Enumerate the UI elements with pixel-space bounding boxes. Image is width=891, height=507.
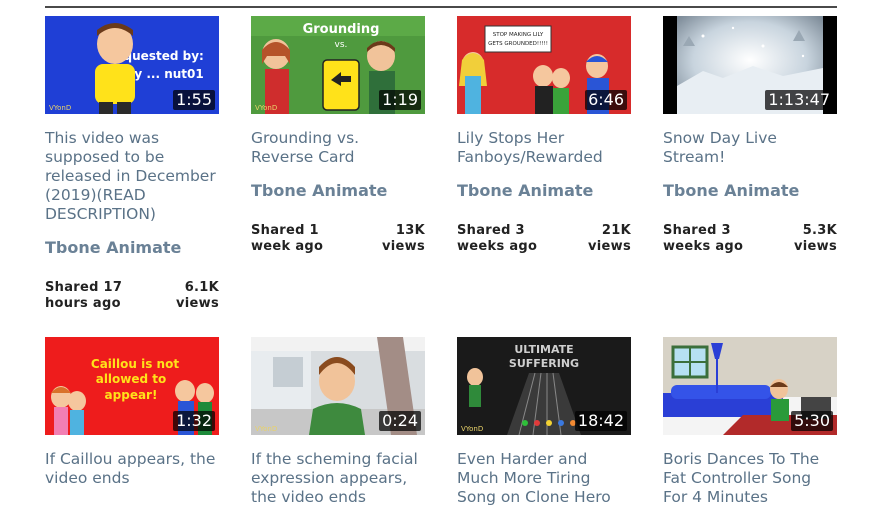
video-thumbnail[interactable]: 1:13:47 bbox=[663, 16, 837, 114]
video-duration: 1:32 bbox=[173, 411, 215, 431]
video-duration: 1:55 bbox=[173, 90, 215, 110]
video-title[interactable]: Boris Dances To The Fat Controller Song … bbox=[663, 450, 837, 507]
channel-name[interactable]: Tbone Animate bbox=[251, 181, 425, 200]
shared-time: Shared 17 hours ago bbox=[45, 280, 123, 311]
video-meta: Shared 1 week ago 13K views bbox=[251, 223, 425, 255]
video-title[interactable]: If the scheming facial expression appear… bbox=[251, 450, 425, 507]
video-card[interactable]: Requested by: crazy ... nut01 VYonD 1:55… bbox=[45, 16, 219, 312]
svg-text:STOP MAKING LILY: STOP MAKING LILY bbox=[493, 32, 544, 38]
video-duration: 0:24 bbox=[379, 411, 421, 431]
video-duration: 1:13:47 bbox=[765, 90, 833, 110]
svg-text:vs.: vs. bbox=[335, 40, 348, 50]
video-title[interactable]: Snow Day Live Stream! bbox=[663, 129, 837, 167]
video-card[interactable]: VYonD 0:24 If the scheming facial expres… bbox=[251, 337, 425, 507]
video-meta: Shared 3 weeks ago 21K views bbox=[457, 223, 631, 255]
section-divider bbox=[45, 6, 837, 8]
video-thumbnail[interactable]: Grounding vs. VYonD 1:19 bbox=[251, 16, 425, 114]
video-thumbnail[interactable]: Caillou is not allowed to appear! 1:32 bbox=[45, 337, 219, 435]
video-meta: Shared 17 hours ago 6.1K views bbox=[45, 280, 219, 312]
svg-text:VYonD: VYonD bbox=[255, 104, 277, 112]
svg-text:VYonD: VYonD bbox=[461, 425, 483, 433]
channel-name[interactable]: Tbone Animate bbox=[45, 238, 219, 257]
channel-name[interactable]: Tbone Animate bbox=[663, 181, 837, 200]
video-card[interactable]: 5:30 Boris Dances To The Fat Controller … bbox=[663, 337, 837, 507]
svg-text:allowed to: allowed to bbox=[96, 372, 167, 386]
svg-text:SUFFERING: SUFFERING bbox=[509, 357, 579, 370]
video-card[interactable]: 1:13:47 Snow Day Live Stream! Tbone Anim… bbox=[663, 16, 837, 255]
video-title[interactable]: Lily Stops Her Fanboys/Rewarded bbox=[457, 129, 631, 167]
video-title[interactable]: Grounding vs. Reverse Card bbox=[251, 129, 425, 167]
video-title[interactable]: This video was supposed to be released i… bbox=[45, 129, 219, 224]
svg-text:Caillou is not: Caillou is not bbox=[91, 357, 179, 371]
video-duration: 18:42 bbox=[574, 411, 627, 431]
video-thumbnail[interactable]: STOP MAKING LILY GETS GROUNDED!!!!! 6:46 bbox=[457, 16, 631, 114]
video-thumbnail[interactable]: Requested by: crazy ... nut01 VYonD 1:55 bbox=[45, 16, 219, 114]
svg-text:appear!: appear! bbox=[105, 388, 158, 402]
view-count: 13K views bbox=[382, 223, 425, 254]
svg-text:VYonD: VYonD bbox=[49, 104, 71, 112]
video-thumbnail[interactable]: 5:30 bbox=[663, 337, 837, 435]
svg-text:ULTIMATE: ULTIMATE bbox=[514, 343, 573, 356]
shared-time: Shared 3 weeks ago bbox=[663, 223, 744, 254]
video-duration: 6:46 bbox=[585, 90, 627, 110]
video-card[interactable]: ULTIMATE SUFFERING VYonD 18:42 Even Hard… bbox=[457, 337, 631, 507]
channel-name[interactable]: Tbone Animate bbox=[457, 181, 631, 200]
video-card[interactable]: Caillou is not allowed to appear! 1:32 I… bbox=[45, 337, 219, 488]
video-title[interactable]: If Caillou appears, the video ends bbox=[45, 450, 219, 488]
video-duration: 1:19 bbox=[379, 90, 421, 110]
video-title[interactable]: Even Harder and Much More Tiring Song on… bbox=[457, 450, 631, 507]
shared-time: Shared 1 week ago bbox=[251, 223, 324, 254]
svg-text:VYonD: VYonD bbox=[255, 425, 277, 433]
video-duration: 5:30 bbox=[791, 411, 833, 431]
shared-time: Shared 3 weeks ago bbox=[457, 223, 538, 254]
view-count: 21K views bbox=[588, 223, 631, 254]
svg-text:Grounding: Grounding bbox=[303, 22, 380, 37]
video-meta: Shared 3 weeks ago 5.3K views bbox=[663, 223, 837, 255]
video-thumbnail[interactable]: ULTIMATE SUFFERING VYonD 18:42 bbox=[457, 337, 631, 435]
video-card[interactable]: Grounding vs. VYonD 1:19 Grounding vs. R… bbox=[251, 16, 425, 255]
svg-text:GETS GROUNDED!!!!!: GETS GROUNDED!!!!! bbox=[488, 41, 548, 47]
view-count: 5.3K views bbox=[794, 223, 837, 254]
view-count: 6.1K views bbox=[176, 280, 219, 311]
video-card[interactable]: STOP MAKING LILY GETS GROUNDED!!!!! 6:46… bbox=[457, 16, 631, 255]
video-thumbnail[interactable]: VYonD 0:24 bbox=[251, 337, 425, 435]
